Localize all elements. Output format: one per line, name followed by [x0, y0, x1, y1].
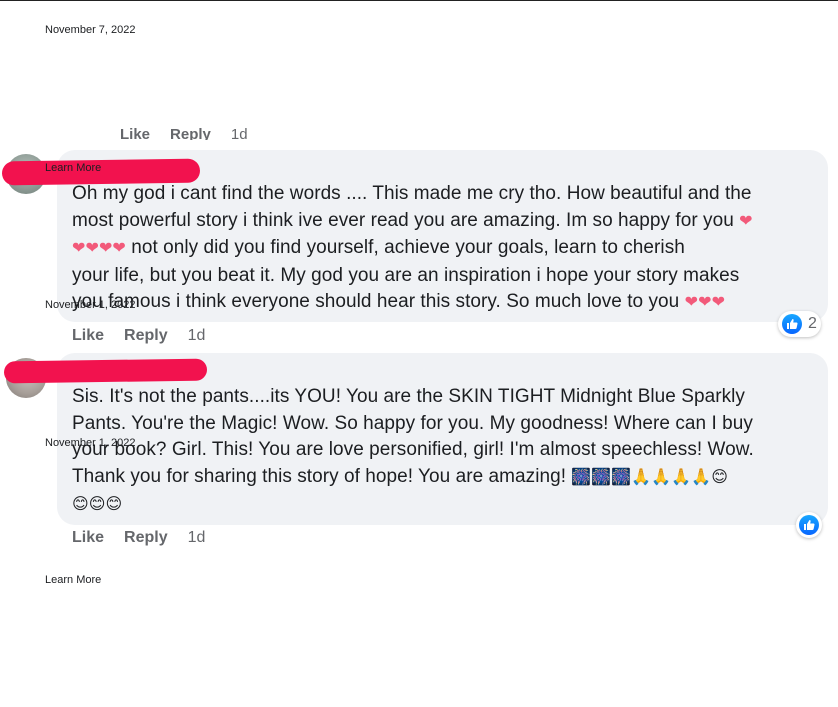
comment-line: Pants. You're the Magic! Wow. So happy f… [72, 412, 753, 434]
reply-button[interactable]: Reply [124, 529, 168, 547]
comment-text: Sis. It's not the pants....its YOU! You … [72, 384, 754, 519]
date-label: November 7, 2022 [45, 24, 136, 36]
like-button[interactable]: Like [72, 327, 104, 345]
comment-line: Thank you for sharing this story of hope… [72, 465, 728, 487]
comment-actions: Like Reply 1d [72, 327, 205, 345]
like-button[interactable]: Like [72, 529, 104, 547]
comment-line: your book? Girl. This! You are love pers… [72, 439, 754, 460]
reply-button[interactable]: Reply [124, 327, 168, 345]
comment-line: you famous i think everyone should hear … [72, 291, 726, 312]
previous-reply-button[interactable]: Reply [170, 126, 211, 140]
top-divider [0, 0, 838, 1]
date-label: November 1, 2022 [45, 437, 136, 449]
learn-more-link[interactable]: Learn More [45, 162, 101, 174]
comment-timestamp: 1d [187, 327, 206, 344]
name-redaction [3, 358, 208, 384]
comment-line: your life, but you beat it. My god you a… [72, 264, 740, 286]
comment-line: most powerful story i think ive ever rea… [72, 209, 753, 231]
reaction-summary[interactable] [796, 512, 822, 538]
comment-timestamp: 1d [187, 529, 206, 546]
like-reaction-icon [799, 515, 819, 535]
reaction-summary[interactable]: 2 [778, 311, 821, 337]
previous-like-button[interactable]: Like [120, 126, 150, 140]
comment-line: ❤❤❤❤ not only did you find yourself, ach… [72, 237, 685, 258]
comment-actions: Like Reply 1d [72, 529, 205, 547]
learn-more-link[interactable]: Learn More [45, 574, 101, 586]
date-label: November 1, 2022 [45, 299, 136, 311]
comment-line: Oh my god i cant find the words .... Thi… [72, 183, 752, 204]
like-reaction-icon [782, 314, 802, 334]
previous-timestamp: 1d [230, 126, 248, 140]
reaction-count: 2 [808, 315, 817, 332]
comment-text: Oh my god i cant find the words .... Thi… [72, 181, 753, 317]
comment-line: 😊😊😊 [72, 496, 123, 513]
previous-comment-actions: Like Reply 1d [120, 126, 248, 140]
comment-line: Sis. It's not the pants....its YOU! You … [72, 386, 745, 407]
